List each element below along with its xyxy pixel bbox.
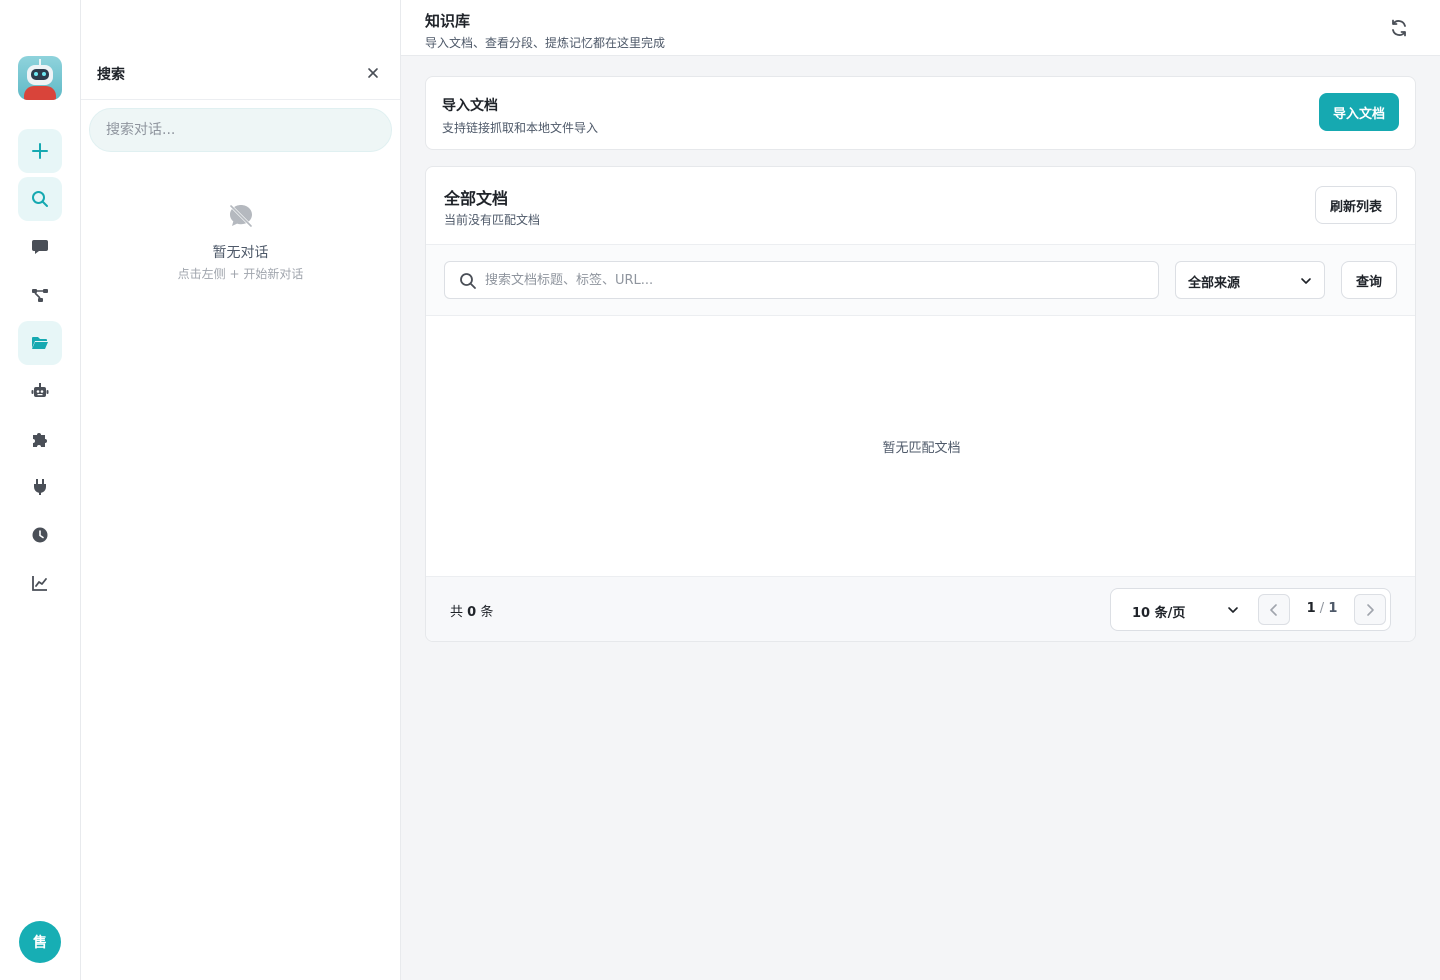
- page-indicator: 1 / 1: [1300, 601, 1344, 616]
- empty-conversations-title: 暂无对话: [212, 245, 269, 261]
- clock-icon: [32, 527, 48, 543]
- document-search-box[interactable]: [444, 261, 1159, 299]
- search-icon: [32, 191, 48, 207]
- workflow-button[interactable]: [18, 273, 62, 317]
- pagination-bar: 共 0 条 10 条/页 1 / 1: [426, 576, 1415, 641]
- search-button[interactable]: [18, 177, 62, 221]
- documents-subtitle: 当前没有匹配文档: [444, 213, 541, 227]
- robot-icon: [31, 383, 49, 397]
- source-filter-select[interactable]: 全部来源: [1175, 261, 1325, 299]
- main-area: 知识库 导入文档、查看分段、提炼记忆都在这里完成 导入文档 支持链接抓取和本地文…: [401, 0, 1440, 980]
- chevron-right-icon: [1367, 603, 1374, 616]
- icon-rail: 售: [0, 0, 81, 980]
- page-separator: /: [1319, 601, 1325, 616]
- conversation-search-input[interactable]: [89, 108, 392, 152]
- integrations-button[interactable]: [18, 465, 62, 509]
- chevron-down-icon: [1228, 607, 1238, 613]
- document-search-input[interactable]: [485, 262, 1145, 298]
- total-count: 共 0 条: [450, 601, 493, 620]
- total-prefix: 共: [450, 605, 464, 620]
- empty-conversations-hint: 点击左侧 + 开始新对话: [177, 267, 304, 281]
- history-button[interactable]: [18, 513, 62, 557]
- import-card: 导入文档 支持链接抓取和本地文件导入 导入文档: [425, 76, 1416, 150]
- search-panel: 搜索 暂无对话 点击左侧 + 开始新对话: [81, 0, 401, 980]
- chevron-left-icon: [1270, 603, 1277, 616]
- import-card-title: 导入文档: [442, 98, 498, 114]
- robot-logo[interactable]: [18, 56, 62, 100]
- divider: [426, 315, 1415, 316]
- total-count-value: 0: [467, 605, 477, 620]
- pager: 10 条/页 1 / 1: [1110, 588, 1391, 631]
- chat-button[interactable]: [18, 225, 62, 269]
- close-icon[interactable]: [366, 66, 380, 80]
- source-filter-value: 全部来源: [1188, 276, 1241, 291]
- page-size-value: 10 条/页: [1132, 606, 1186, 621]
- no-chat-icon: [229, 204, 253, 228]
- prev-page-button[interactable]: [1258, 594, 1290, 625]
- plus-icon: [32, 143, 48, 159]
- chat-icon: [32, 240, 48, 254]
- total-pages: 1: [1328, 601, 1338, 616]
- documents-title: 全部文档: [444, 189, 509, 208]
- new-chat-button[interactable]: [18, 129, 62, 173]
- puzzle-icon: [33, 433, 47, 447]
- search-panel-title: 搜索: [97, 67, 125, 83]
- refresh-icon[interactable]: [1389, 18, 1409, 38]
- page-header: 知识库 导入文档、查看分段、提炼记忆都在这里完成: [401, 0, 1440, 56]
- chevron-down-icon: [1301, 278, 1311, 284]
- plug-icon: [34, 479, 46, 495]
- search-panel-header: 搜索: [81, 48, 400, 100]
- query-button[interactable]: 查询: [1341, 261, 1397, 299]
- page-size-select[interactable]: 10 条/页: [1119, 593, 1239, 626]
- agent-button[interactable]: [18, 369, 62, 413]
- search-icon: [460, 273, 476, 289]
- total-suffix: 条: [480, 605, 494, 620]
- folder-icon: [32, 337, 48, 349]
- workflow-icon: [32, 289, 48, 302]
- analytics-button[interactable]: [18, 561, 62, 605]
- refresh-list-button[interactable]: 刷新列表: [1315, 186, 1397, 224]
- current-page: 1: [1306, 601, 1316, 616]
- knowledge-base-button[interactable]: [18, 321, 62, 365]
- plugins-button[interactable]: [18, 417, 62, 461]
- filter-bar: 全部来源 查询: [426, 245, 1415, 315]
- next-page-button[interactable]: [1354, 594, 1386, 625]
- page-subtitle: 导入文档、查看分段、提炼记忆都在这里完成: [425, 36, 666, 50]
- user-avatar[interactable]: 售: [19, 921, 61, 963]
- documents-card: 全部文档 当前没有匹配文档 刷新列表 全部来源 查询 暂无匹配文档 共 0 条: [425, 166, 1416, 642]
- empty-documents-message: 暂无匹配文档: [882, 441, 961, 456]
- chart-icon: [32, 576, 47, 591]
- page-title: 知识库: [425, 12, 471, 30]
- import-document-button[interactable]: 导入文档: [1319, 93, 1399, 131]
- import-card-subtitle: 支持链接抓取和本地文件导入: [442, 121, 599, 135]
